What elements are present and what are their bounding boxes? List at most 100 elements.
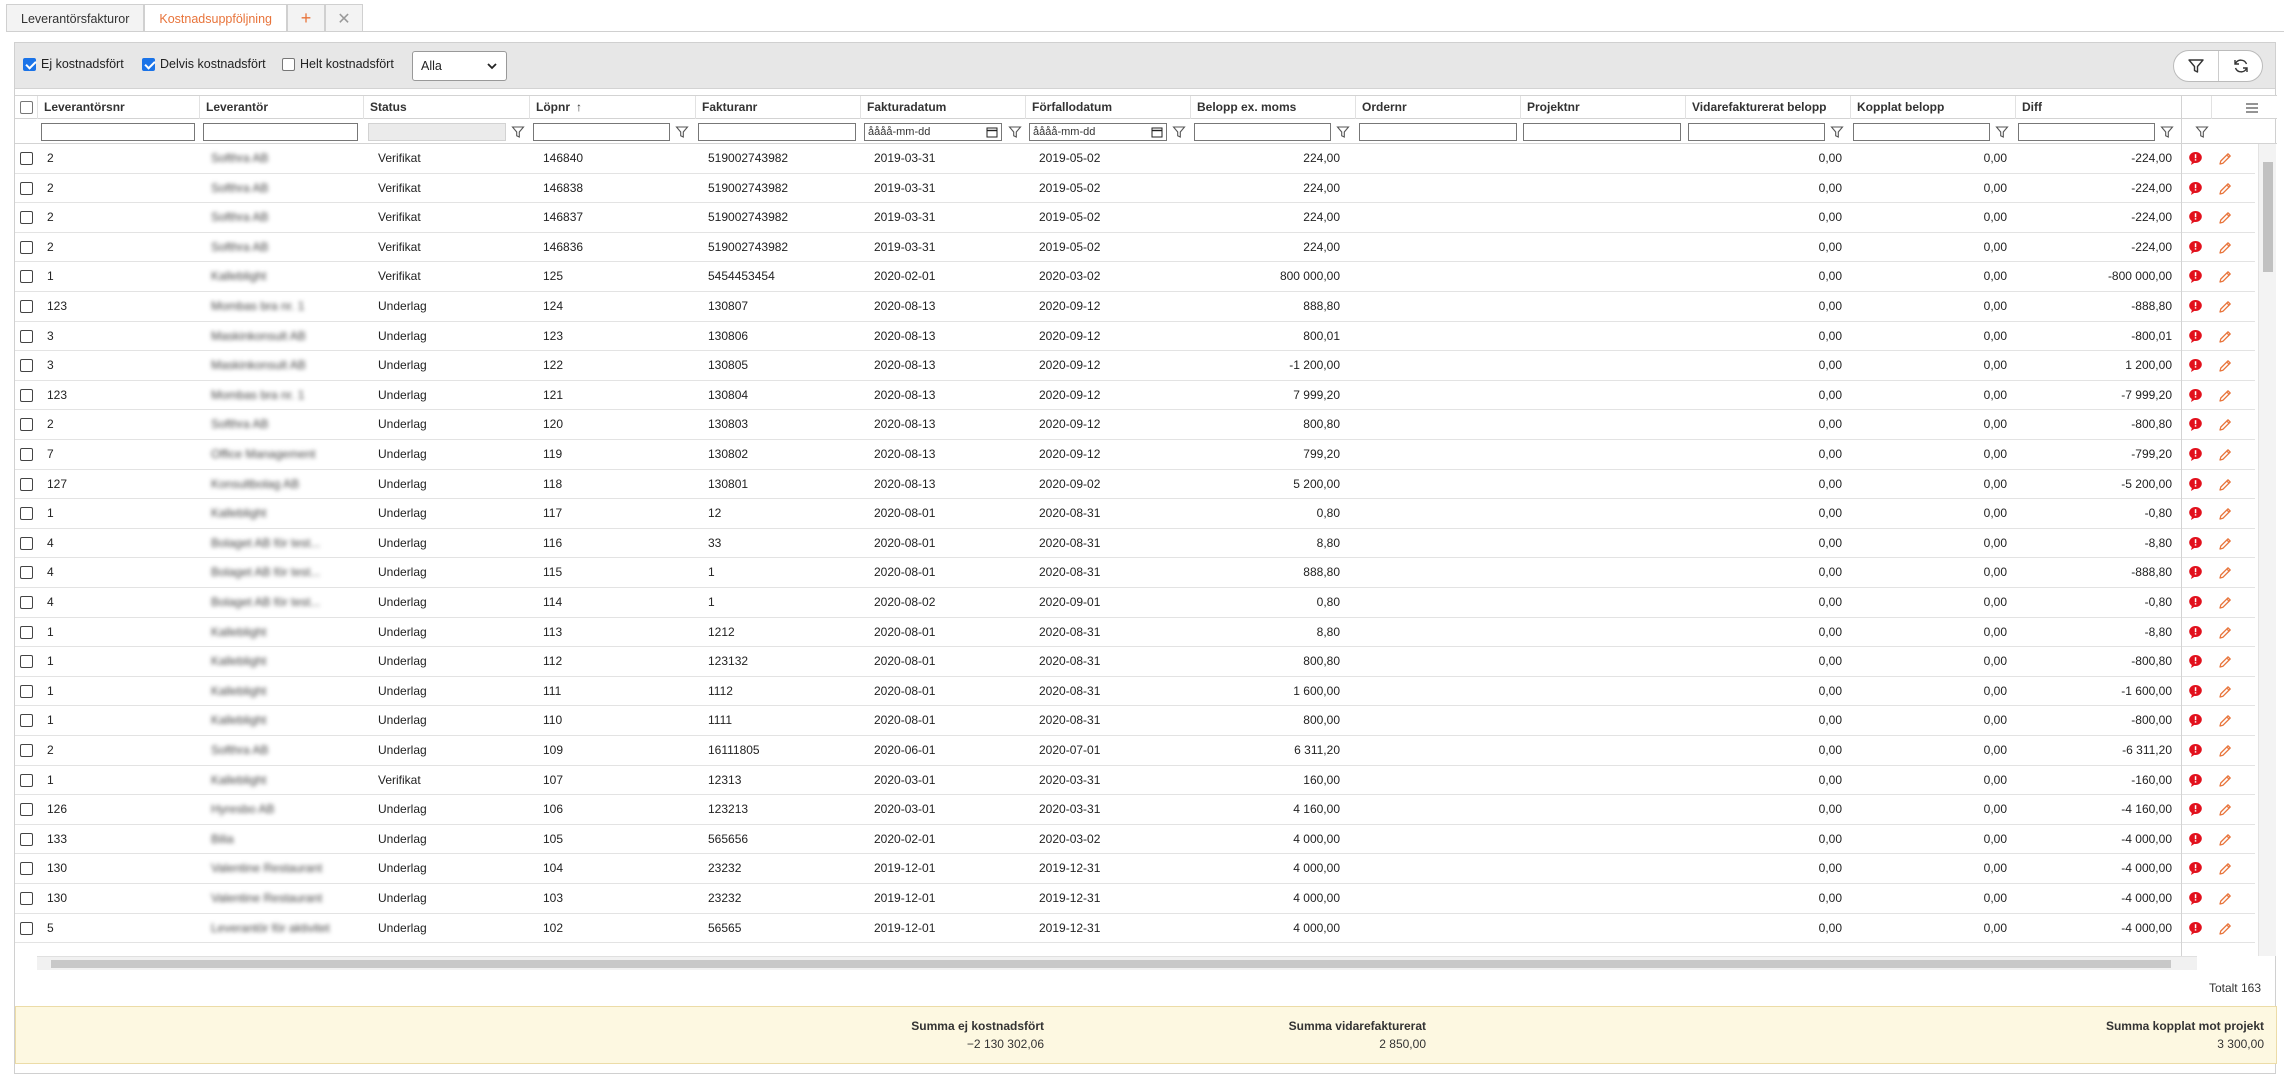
horizontal-scroll-thumb[interactable] — [51, 960, 2171, 968]
pencil-icon[interactable] — [2217, 773, 2233, 789]
table-row[interactable]: 130 Valentine Restaurant Underlag 103 23232 2… — [15, 884, 2255, 914]
table-row[interactable]: 1 Kalleblight Verifikat 125 5454453454 2020-0… — [15, 262, 2255, 292]
pencil-icon[interactable] — [2217, 802, 2233, 818]
pencil-icon[interactable] — [2217, 713, 2233, 729]
col-leverantorsnr[interactable]: Leverantörsnr — [37, 96, 147, 119]
row-checkbox[interactable] — [20, 625, 33, 639]
filter-ordernr-input[interactable] — [1359, 123, 1517, 141]
pencil-icon[interactable] — [2217, 358, 2233, 374]
comment-icon[interactable] — [2188, 654, 2203, 669]
row-checkbox-wrap[interactable] — [20, 773, 38, 790]
table-row[interactable]: 2 Softhra AB Verifikat 146838 519002743982 20… — [15, 174, 2255, 204]
col-vidarefakturerat[interactable]: Vidarefakturerat belopp — [1685, 96, 1845, 119]
funnel-icon[interactable] — [1830, 125, 1844, 139]
table-row[interactable]: 130 Valentine Restaurant Underlag 104 23232 2… — [15, 854, 2255, 884]
comment-icon[interactable] — [2188, 832, 2203, 847]
calendar-icon[interactable] — [1151, 126, 1163, 138]
comment-icon[interactable] — [2188, 536, 2203, 551]
col-kopplat-belopp[interactable]: Kopplat belopp — [1850, 96, 2000, 119]
col-belopp-ex-moms[interactable]: Belopp ex. moms — [1190, 96, 1340, 119]
comment-icon[interactable] — [2188, 181, 2203, 196]
table-row[interactable]: 1 Kalleblight Underlag 110 1111 2020-08-01 202… — [15, 706, 2255, 736]
row-checkbox[interactable] — [20, 832, 33, 846]
pencil-icon[interactable] — [2217, 565, 2233, 581]
table-row[interactable]: 1 Kalleblight Verifikat 107 12313 2020-03-01 2… — [15, 766, 2255, 796]
table-row[interactable]: 123 Mombas bra nr. 1 Underlag 124 130807 2020… — [15, 292, 2255, 322]
row-checkbox[interactable] — [20, 921, 33, 935]
table-row[interactable]: 2 Softhra AB Verifikat 146840 519002743982 20… — [15, 144, 2255, 174]
row-checkbox[interactable] — [20, 181, 33, 195]
filter-fakturanr-input[interactable] — [698, 123, 856, 141]
pencil-icon[interactable] — [2217, 329, 2233, 345]
row-checkbox[interactable] — [20, 803, 33, 817]
row-checkbox[interactable] — [20, 507, 33, 521]
horizontal-scrollbar[interactable] — [37, 956, 2197, 970]
filter-leverantor-input[interactable] — [203, 123, 358, 141]
comment-icon[interactable] — [2188, 565, 2203, 580]
col-forfallodatum[interactable]: Förfallodatum — [1025, 96, 1135, 119]
funnel-icon[interactable] — [1008, 125, 1022, 139]
row-checkbox[interactable] — [20, 448, 33, 461]
filter-vidarefakturerat-input[interactable] — [1688, 123, 1825, 141]
pencil-icon[interactable] — [2217, 181, 2233, 197]
comment-icon[interactable] — [2188, 713, 2203, 728]
row-checkbox[interactable] — [20, 744, 33, 757]
table-row[interactable]: 127 Konsultbolag AB Underlag 118 130801 2020-… — [15, 470, 2255, 500]
row-checkbox[interactable] — [20, 240, 33, 254]
row-checkbox-wrap[interactable] — [20, 211, 38, 227]
row-checkbox[interactable] — [20, 714, 33, 728]
comment-icon[interactable] — [2188, 506, 2203, 521]
table-row[interactable]: 1 Kalleblight Underlag 111 1112 2020-08-01 202… — [15, 677, 2255, 707]
table-row[interactable]: 2 Softhra AB Verifikat 146836 519002743982 20… — [15, 233, 2255, 263]
table-row[interactable]: 2 Softhra AB Underlag 109 16111805 2020-06-01… — [15, 736, 2255, 766]
pencil-icon[interactable] — [2217, 299, 2233, 315]
row-checkbox[interactable] — [20, 566, 33, 580]
row-checkbox-wrap[interactable] — [20, 181, 38, 198]
tab-leverantorsfakturor[interactable]: Leverantörsfakturor — [6, 4, 145, 32]
row-checkbox-wrap[interactable] — [20, 744, 38, 760]
filter-button[interactable] — [2174, 51, 2218, 81]
row-checkbox-wrap[interactable] — [20, 596, 38, 612]
row-checkbox[interactable] — [20, 862, 33, 876]
comment-icon[interactable] — [2188, 802, 2203, 817]
filter-kopplat-input[interactable] — [1853, 123, 1990, 141]
funnel-icon[interactable] — [675, 125, 689, 139]
comment-icon[interactable] — [2188, 329, 2203, 344]
row-checkbox-wrap[interactable] — [20, 566, 38, 582]
row-checkbox-wrap[interactable] — [20, 536, 38, 553]
comment-icon[interactable] — [2188, 447, 2203, 462]
col-ordernr[interactable]: Ordernr — [1355, 96, 1505, 119]
col-lopnr[interactable]: Löpnr ↑ — [529, 96, 689, 119]
comment-icon[interactable] — [2188, 388, 2203, 403]
row-checkbox[interactable] — [20, 359, 33, 373]
refresh-button[interactable] — [2218, 51, 2262, 81]
comment-icon[interactable] — [2188, 299, 2203, 314]
filter-fakturadatum-input[interactable]: åååå-mm-dd — [864, 123, 1002, 141]
table-row[interactable]: 133 Bilia Underlag 105 565656 2020-02-01 2020-… — [15, 825, 2255, 855]
funnel-icon[interactable] — [2160, 125, 2174, 139]
row-checkbox-wrap[interactable] — [20, 388, 38, 405]
filter-lopnr-input[interactable] — [533, 123, 670, 141]
filter-delvis-kostnadsfort[interactable]: Delvis kostnadsfört — [142, 57, 266, 71]
comment-icon[interactable] — [2188, 477, 2203, 492]
pencil-icon[interactable] — [2217, 625, 2233, 641]
vertical-scroll-thumb[interactable] — [2263, 162, 2273, 272]
pencil-icon[interactable] — [2217, 743, 2233, 759]
comment-icon[interactable] — [2188, 240, 2203, 255]
row-checkbox[interactable] — [20, 596, 33, 609]
row-checkbox[interactable] — [20, 773, 33, 787]
tab-kostnadsuppfoljning[interactable]: Kostnadsuppföljning — [144, 4, 287, 32]
comment-icon[interactable] — [2188, 269, 2203, 284]
table-row[interactable]: 2 Softhra AB Verifikat 146837 519002743982 20… — [15, 203, 2255, 233]
col-leverantor[interactable]: Leverantör — [199, 96, 309, 119]
table-row[interactable]: 1 Kalleblight Underlag 112 123132 2020-08-01 2… — [15, 647, 2255, 677]
menu-icon[interactable] — [2245, 102, 2259, 114]
filter-ej-kostnadsfort[interactable]: Ej kostnadsfört — [23, 57, 124, 71]
pencil-icon[interactable] — [2217, 832, 2233, 848]
table-row[interactable]: 1 Kalleblight Underlag 113 1212 2020-08-01 202… — [15, 618, 2255, 648]
row-checkbox-wrap[interactable] — [20, 240, 38, 257]
close-tab-button[interactable]: ✕ — [324, 4, 363, 32]
row-checkbox-wrap[interactable] — [20, 921, 38, 938]
row-checkbox[interactable] — [20, 477, 33, 491]
row-checkbox-wrap[interactable] — [20, 684, 38, 701]
